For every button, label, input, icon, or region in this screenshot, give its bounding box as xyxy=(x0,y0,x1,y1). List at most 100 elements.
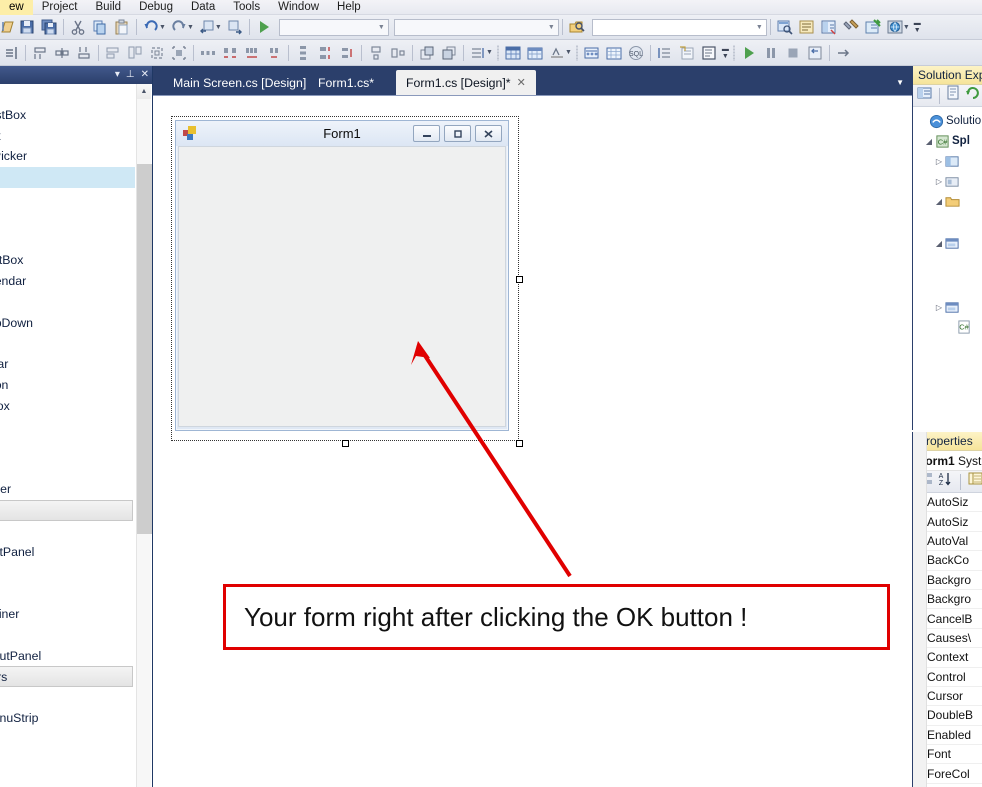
copy-icon[interactable] xyxy=(89,17,111,38)
toolbox-item[interactable]: Browser xyxy=(0,479,135,500)
resize-handle-bottom-center[interactable] xyxy=(342,440,349,447)
expander-icon[interactable]: ▷ xyxy=(933,303,945,312)
tree-node-solution[interactable]: Solutio xyxy=(913,111,982,131)
toolbox-item[interactable]: kedListBox xyxy=(0,105,135,126)
toolbox-icon[interactable] xyxy=(840,17,862,38)
toolbox-item[interactable]: View xyxy=(0,458,135,479)
start-icon[interactable] xyxy=(738,42,760,63)
table-designer-icon[interactable] xyxy=(502,42,524,63)
toolbox-item[interactable]: abel xyxy=(0,188,135,209)
indexes-and-keys-icon[interactable] xyxy=(546,42,568,63)
tree-node-form-file-2[interactable]: ▷ xyxy=(913,297,982,317)
make-same-height-icon[interactable] xyxy=(124,42,146,63)
verify-sql-icon[interactable] xyxy=(676,42,698,63)
scrollbar-thumb[interactable] xyxy=(137,164,152,534)
resize-handle-middle-right[interactable] xyxy=(516,276,523,283)
generate-sql-icon[interactable] xyxy=(654,42,676,63)
solution-platform-combo[interactable]: ▼ xyxy=(393,18,559,36)
tree-node-project[interactable]: ◢ C# Spl xyxy=(913,131,982,151)
toolbox-item[interactable]: kBox xyxy=(0,84,135,105)
toolbox-group-header[interactable] xyxy=(0,499,133,521)
toolbar-overflow-button[interactable]: ▬ ▼ xyxy=(912,17,923,37)
properties-grid[interactable]: AutoSiz AutoSiz AutoVal BackCo Backgro B… xyxy=(913,432,982,787)
expander-icon[interactable]: ▷ xyxy=(933,157,945,166)
tree-node-folder[interactable]: ◢ xyxy=(913,191,982,211)
align-to-grid-icon[interactable] xyxy=(0,42,22,63)
tree-node-references[interactable]: ▷ xyxy=(913,171,982,191)
toolbox-item[interactable]: LayoutPanel xyxy=(0,542,135,563)
toolbox-item[interactable]: edTextBox xyxy=(0,250,135,271)
chevron-down-icon[interactable]: ▾ xyxy=(115,70,120,80)
form-minimize-button[interactable] xyxy=(413,125,440,142)
toolbar-grip[interactable] xyxy=(731,44,738,62)
align-rights-icon[interactable] xyxy=(73,42,95,63)
tree-node-form-file[interactable]: ◢ xyxy=(913,233,982,253)
show-all-files-icon[interactable] xyxy=(946,85,962,106)
horizontal-spacing-decrease-icon[interactable] xyxy=(241,42,263,63)
form-selection-frame[interactable]: Form1 xyxy=(171,116,523,447)
toolbox-item[interactable]: ressBar xyxy=(0,354,135,375)
size-to-grid-icon[interactable] xyxy=(168,42,190,63)
tab-form1-cs-design[interactable]: Form1.cs [Design]* ✕ xyxy=(396,70,536,95)
layout-toolbar-overflow-button[interactable]: ▬ ▼ xyxy=(720,43,731,63)
toolbox-item[interactable]: extMenuStrip xyxy=(0,708,135,729)
tab-form1-cs[interactable]: Form1.cs* xyxy=(308,71,384,95)
toolbar-grip[interactable] xyxy=(495,44,502,62)
toolbox-item[interactable]: pBox xyxy=(0,562,135,583)
expander-icon[interactable]: ◢ xyxy=(933,239,945,248)
save-all-icon[interactable] xyxy=(38,17,60,38)
toolbox-item-selected[interactable] xyxy=(0,167,135,188)
horizontal-spacing-remove-icon[interactable] xyxy=(263,42,285,63)
expander-icon[interactable]: ◢ xyxy=(923,137,935,146)
toolbox-item[interactable]: Tip xyxy=(0,438,135,459)
navigate-forward-icon[interactable] xyxy=(224,17,246,38)
menu-item-build[interactable]: Build xyxy=(87,0,131,15)
solution-explorer-icon[interactable] xyxy=(774,17,796,38)
refresh-icon[interactable] xyxy=(965,85,981,106)
menu-item-project[interactable]: Project xyxy=(33,0,87,15)
align-lefts-icon[interactable] xyxy=(29,42,51,63)
save-icon[interactable] xyxy=(16,17,38,38)
form-close-button[interactable] xyxy=(475,125,502,142)
center-vertically-icon[interactable] xyxy=(387,42,409,63)
cut-icon[interactable] xyxy=(67,17,89,38)
toolbox-item[interactable]: ontrol xyxy=(0,625,135,646)
toolbox-item[interactable]: ox xyxy=(0,209,135,230)
menu-item-help[interactable]: Help xyxy=(328,0,370,15)
toolbar-grip[interactable] xyxy=(574,44,581,62)
alphabetical-icon[interactable]: AZ xyxy=(937,471,953,492)
toolbox-item[interactable]: thCalendar xyxy=(0,271,135,292)
step-into-icon[interactable] xyxy=(833,42,855,63)
solution-configuration-combo[interactable]: ▼ xyxy=(278,18,389,36)
properties-icon[interactable] xyxy=(917,85,933,106)
make-same-width-icon[interactable] xyxy=(102,42,124,63)
start-debug-icon[interactable] xyxy=(253,17,275,38)
relationships-icon[interactable] xyxy=(524,42,546,63)
new-project-icon[interactable] xyxy=(0,17,16,38)
sql-icon[interactable]: SQL xyxy=(625,42,647,63)
manage-indexes-icon[interactable] xyxy=(603,42,625,63)
check-constraints-icon[interactable] xyxy=(581,42,603,63)
menu-item-data[interactable]: Data xyxy=(182,0,224,15)
toolbox-item[interactable]: yIcon xyxy=(0,292,135,313)
toolbox-item[interactable]: sStrip xyxy=(0,750,135,771)
close-icon[interactable]: ✕ xyxy=(141,70,149,80)
toolbox-item[interactable]: ew xyxy=(0,230,135,251)
tab-overflow-chevron-down-icon[interactable]: ▼ xyxy=(896,78,904,87)
tree-node-properties[interactable]: ▷ xyxy=(913,151,982,171)
tab-close-icon[interactable]: ✕ xyxy=(517,76,526,89)
menu-item-tools[interactable]: Tools xyxy=(224,0,269,15)
toolbox-item[interactable]: Box xyxy=(0,417,135,438)
redo-icon[interactable] xyxy=(168,17,190,38)
paste-icon[interactable] xyxy=(111,17,133,38)
find-combo[interactable]: ▼ xyxy=(591,18,767,36)
toolbox-item[interactable]: Container xyxy=(0,604,135,625)
vertical-spacing-make-equal-icon[interactable] xyxy=(292,42,314,63)
toolbox-item[interactable]: uStrip xyxy=(0,729,135,750)
restart-icon[interactable] xyxy=(804,42,826,63)
form-client-area[interactable] xyxy=(178,146,506,427)
horizontal-spacing-increase-icon[interactable] xyxy=(219,42,241,63)
expander-icon[interactable]: ▷ xyxy=(933,177,945,186)
toolbox-group-header[interactable]: oolbars xyxy=(0,666,133,688)
vertical-spacing-decrease-icon[interactable] xyxy=(336,42,358,63)
